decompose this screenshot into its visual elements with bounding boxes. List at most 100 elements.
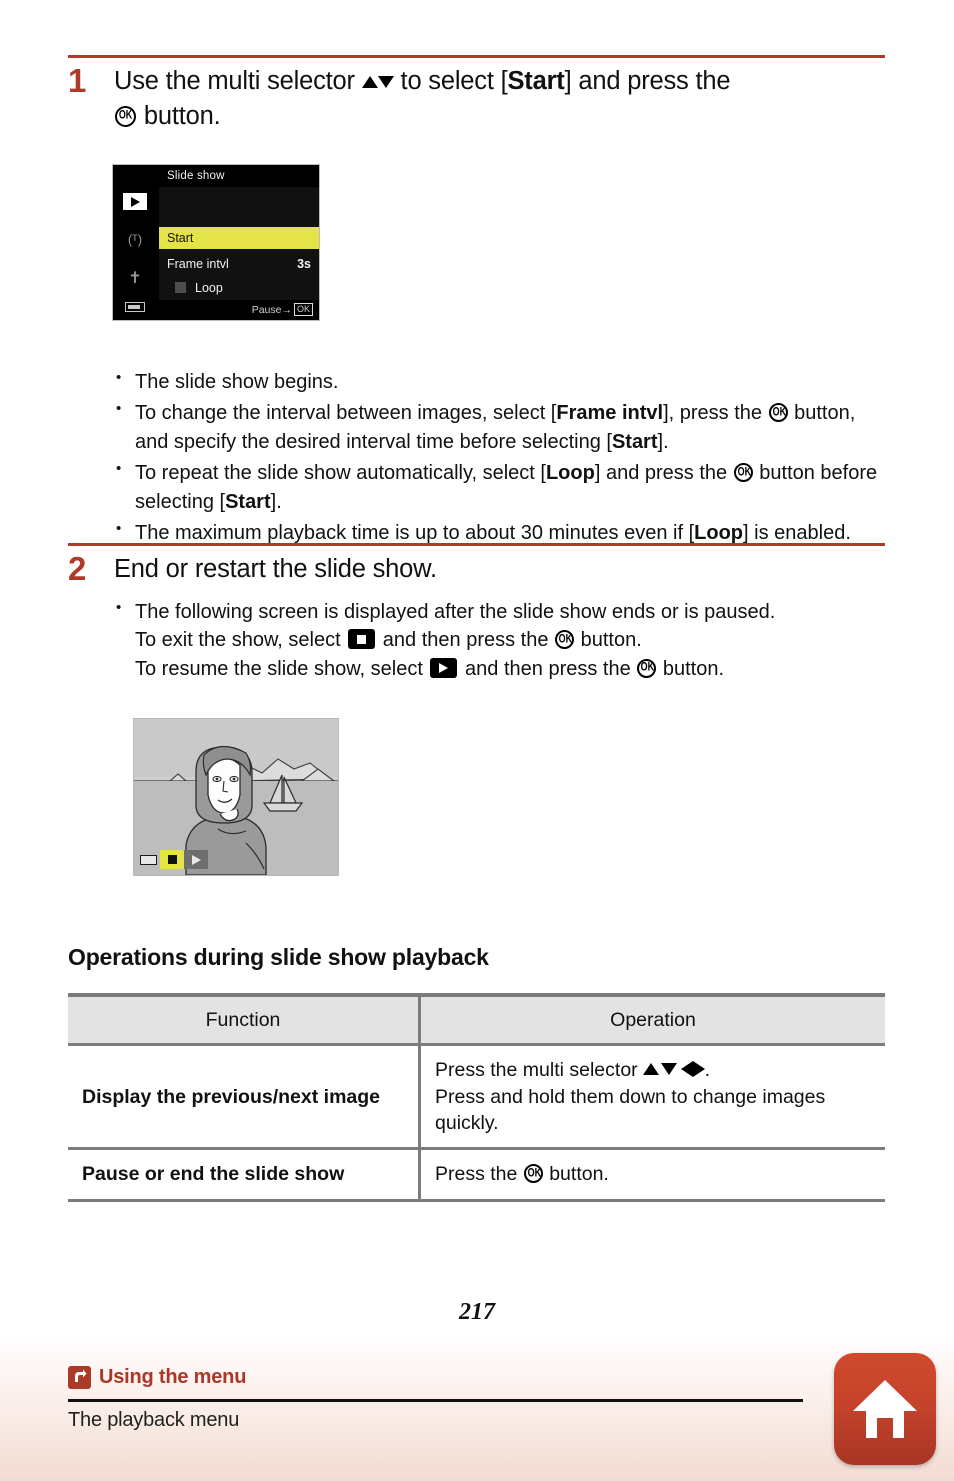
- bullet-4-bold-loop: Loop: [694, 521, 744, 544]
- camera-menu-screenshot: (ᵀ) ✝ Slide show Start Frame intvl 3s Lo…: [112, 164, 320, 321]
- step-1-number: 1: [68, 62, 87, 99]
- menu-footer-arrow: →: [281, 304, 292, 316]
- list-item: To change the interval between images, s…: [110, 398, 890, 456]
- ok-button-icon: [733, 463, 753, 483]
- table-cell-operation: Press the button.: [419, 1148, 885, 1202]
- manual-page: 1 Use the multi selector to select [Star…: [0, 0, 954, 1481]
- step-2-line3-c: button.: [657, 657, 724, 680]
- menu-item-start-label: Start: [167, 231, 194, 245]
- battery-icon: [125, 302, 145, 312]
- step-1-text-c: ] and press the: [564, 67, 731, 95]
- step-2-line3-b: and then press the: [459, 657, 637, 680]
- operation-line-2: Press and hold them down to change image…: [435, 1085, 826, 1134]
- table-cell-operation: Press the multi selector . Press and hol…: [419, 1044, 885, 1151]
- stop-button-icon: [348, 629, 376, 650]
- list-item: The slide show begins.: [110, 367, 890, 396]
- menu-footer-hint: Pause→ OK: [159, 300, 319, 320]
- bullet-3-bold-loop: Loop: [545, 462, 595, 485]
- step-1-instruction: Use the multi selector to select [Start]…: [114, 64, 888, 133]
- battery-icon: [140, 854, 157, 865]
- operation-line-1-suffix: .: [704, 1059, 711, 1082]
- setup-wrench-icon: ✝: [128, 270, 142, 287]
- play-button-icon[interactable]: [184, 850, 208, 869]
- menu-title: Slide show: [167, 170, 225, 182]
- bullet-4-text-b: ] is enabled.: [743, 521, 851, 544]
- page-footer: Using the menu The playback menu: [0, 1334, 954, 1481]
- step-1-text-d: button.: [137, 101, 221, 130]
- table-row: Display the previous/next image Press th…: [68, 1044, 885, 1151]
- bullet-4-text-a: The maximum playback time is up to about…: [135, 521, 695, 544]
- step-2-bullets: The following screen is displayed after …: [110, 597, 890, 686]
- play-button-icon: [430, 657, 458, 678]
- ok-button-icon: [523, 1164, 543, 1184]
- menu-body: Slide show Start Frame intvl 3s Loop Pau…: [159, 165, 319, 320]
- table-header-row: Function Operation: [68, 993, 885, 1047]
- step-1-bullets: The slide show begins. To change the int…: [110, 367, 890, 550]
- home-button[interactable]: [834, 1353, 936, 1465]
- list-item: The following screen is displayed after …: [110, 597, 890, 683]
- multi-selector-right-icon: [692, 1061, 705, 1078]
- step-1: 1 Use the multi selector to select [Star…: [68, 64, 888, 133]
- home-icon: [853, 1380, 917, 1438]
- return-arrow-icon: [68, 1366, 91, 1389]
- menu-sidebar-rail: (ᵀ) ✝: [113, 165, 157, 320]
- photo-preview-screenshot: [133, 718, 339, 876]
- multi-selector-down-icon: [660, 1063, 677, 1076]
- bullet-2-text-d: ].: [657, 430, 669, 453]
- ok-button-icon: [768, 403, 788, 423]
- breadcrumb-label: Using the menu: [99, 1366, 247, 1388]
- footer-divider: [68, 1399, 803, 1402]
- menu-item-loop-label: Loop: [195, 281, 223, 295]
- table-cell-function: Display the previous/next image: [68, 1044, 421, 1151]
- ok-button-icon: [637, 658, 657, 678]
- step-2-bullet-line-2: To exit the show, select and then press …: [135, 626, 890, 654]
- multi-selector-down-icon: [377, 76, 394, 88]
- step-2-instruction: End or restart the slide show.: [114, 555, 437, 583]
- bullet-2-bold-frame-intvl: Frame intvl: [556, 402, 664, 425]
- menu-item-frame-intvl[interactable]: Frame intvl 3s: [159, 253, 319, 275]
- footer-subtitle: The playback menu: [68, 1409, 240, 1431]
- step-2: 2 End or restart the slide show.: [68, 552, 888, 587]
- table-row: Pause or end the slide show Press the bu…: [68, 1148, 885, 1202]
- step-1-bold-start: Start: [507, 67, 565, 95]
- bullet-2-text-a: To change the interval between images, s…: [135, 402, 557, 425]
- breadcrumb[interactable]: Using the menu: [68, 1366, 246, 1389]
- menu-item-loop[interactable]: Loop: [159, 277, 319, 299]
- playback-controls-overlay: [140, 850, 208, 869]
- multi-selector-up-icon: [361, 76, 378, 88]
- bullet-3-text-b: ] and press the: [594, 462, 733, 485]
- ok-button-icon: [115, 105, 136, 127]
- stop-button-icon[interactable]: [160, 850, 184, 869]
- bullet-1-text: The slide show begins.: [135, 371, 339, 393]
- operations-table: Function Operation Display the previous/…: [68, 993, 885, 1202]
- step-2-bullet-line-3: To resume the slide show, select and the…: [135, 655, 890, 683]
- step-2-number: 2: [68, 550, 87, 587]
- operation-line-1: Press the multi selector .: [435, 1057, 871, 1083]
- wireless-network-icon: (ᵀ): [127, 232, 143, 247]
- ok-button-icon: [555, 630, 575, 650]
- operation-line-1-suffix: button.: [543, 1163, 609, 1186]
- table-header-operation: Operation: [419, 993, 885, 1047]
- step-1-text-a: Use the multi selector: [114, 67, 362, 95]
- menu-item-start[interactable]: Start: [159, 227, 319, 249]
- step-2-line2-b: and then press the: [377, 629, 555, 652]
- multi-selector-up-icon: [643, 1063, 660, 1076]
- step-2-bullet-line-1: The following screen is displayed after …: [135, 601, 776, 623]
- step-2-line2-a: To exit the show, select: [135, 629, 347, 652]
- menu-footer-hint-text: Pause: [251, 304, 282, 316]
- step-2-divider: [68, 543, 885, 546]
- menu-item-frame-intvl-label: Frame intvl: [167, 257, 229, 271]
- menu-titlebar: Slide show: [159, 165, 319, 187]
- multi-selector-left-icon: [680, 1061, 693, 1078]
- bullet-2-text-b: ], press the: [663, 402, 768, 425]
- loop-checkbox[interactable]: [175, 282, 186, 293]
- step-1-divider: [68, 55, 885, 58]
- bullet-3-text-d: ].: [270, 490, 282, 513]
- playback-mode-icon: [123, 193, 147, 210]
- step-2-line3-a: To resume the slide show, select: [135, 657, 429, 680]
- page-number: 217: [459, 1299, 495, 1325]
- operation-line-1-prefix: Press the multi selector: [435, 1059, 644, 1082]
- table-header-function: Function: [68, 993, 421, 1047]
- list-item: To repeat the slide show automatically, …: [110, 458, 890, 516]
- bullet-2-bold-start: Start: [611, 430, 658, 453]
